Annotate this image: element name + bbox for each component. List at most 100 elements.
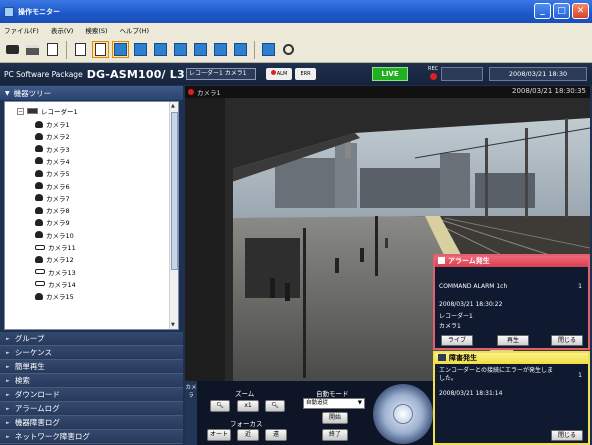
- tree-item-camera[interactable]: カメラ7: [35, 192, 70, 204]
- tree-item-label: カメラ9: [46, 219, 70, 228]
- tree-item-label: カメラ15: [46, 293, 74, 302]
- alarm-indicator-icon: [270, 70, 276, 75]
- tree-item-camera[interactable]: カメラ15: [35, 290, 74, 302]
- tree-item-camera[interactable]: カメラ14: [35, 278, 76, 290]
- layout-9-button[interactable]: [152, 41, 169, 58]
- print-button[interactable]: [24, 41, 41, 58]
- focus-far-button[interactable]: 遠: [265, 429, 287, 441]
- tree-item-camera[interactable]: カメラ9: [35, 216, 70, 228]
- camera-icon: [35, 194, 43, 202]
- snapshot-button[interactable]: [4, 41, 21, 58]
- tree-item-camera[interactable]: カメラ4: [35, 155, 70, 167]
- fault-popup: 障害発生 エンコーダーとの接続にエラーが発生しました。 1 2008/03/21…: [433, 351, 590, 445]
- tree-item-camera[interactable]: カメラ12: [35, 253, 74, 265]
- camera-icon: [35, 145, 43, 153]
- alarm-close-button[interactable]: 閉じる: [551, 335, 583, 346]
- printer-icon: [26, 44, 39, 55]
- fault-close-button[interactable]: 閉じる: [551, 430, 583, 441]
- fault-count: 1: [578, 372, 582, 379]
- nav-item-device-fault-log[interactable]: ► 機器障害ログ: [0, 416, 183, 430]
- focus-near-button[interactable]: 近: [237, 429, 259, 441]
- zoom-in-icon: 🔍︎: [271, 402, 279, 409]
- nav-item-download[interactable]: ► ダウンロード: [0, 388, 183, 402]
- zoom-x1-button[interactable]: x1: [237, 400, 259, 412]
- camera-side-tab[interactable]: カメラ: [185, 381, 197, 445]
- minimize-button[interactable]: _: [534, 3, 551, 19]
- live-indicator: LIVE: [372, 67, 408, 81]
- expand-icon: ►: [6, 377, 10, 384]
- layout-single-button[interactable]: [112, 41, 129, 58]
- video-title-bar: カメラ1 2008/03/21 18:30:35: [185, 86, 590, 98]
- menu-view[interactable]: 表示(V): [51, 25, 74, 35]
- tree-item-label: カメラ14: [48, 280, 76, 289]
- sixteen-screen-icon: [174, 43, 187, 56]
- alarm-live-button[interactable]: ライブ: [441, 335, 473, 346]
- tree-item-camera[interactable]: カメラ2: [35, 130, 70, 142]
- layout-open-button[interactable]: [72, 41, 89, 58]
- alarm-button[interactable]: ALM: [266, 68, 292, 80]
- zoom-button[interactable]: [280, 41, 297, 58]
- nav-item-group[interactable]: ► グループ: [0, 332, 183, 346]
- focus-auto-button[interactable]: オート: [207, 429, 231, 441]
- collapse-icon: ▼: [5, 89, 10, 97]
- tree-item-camera[interactable]: カメラ1: [35, 118, 70, 130]
- nav-item-quick-playback[interactable]: ► 簡単再生: [0, 360, 183, 374]
- tree-item-camera[interactable]: カメラ5: [35, 167, 70, 179]
- tree-item-label: カメラ7: [46, 194, 70, 203]
- expander-icon[interactable]: −: [17, 107, 24, 115]
- layout-a-button[interactable]: [192, 41, 209, 58]
- nav-item-sequence[interactable]: ► シーケンス: [0, 346, 183, 360]
- auto-start-button[interactable]: 開始: [322, 412, 348, 424]
- export-button[interactable]: [44, 41, 61, 58]
- package-label: PC Software Package: [4, 70, 83, 79]
- layout-c-button[interactable]: [232, 41, 249, 58]
- tree-item-camera[interactable]: カメラ6: [35, 180, 70, 192]
- auto-stop-button[interactable]: 終了: [322, 429, 348, 441]
- alarm-play-button[interactable]: 再生: [497, 335, 529, 346]
- maximize-button[interactable]: □: [553, 3, 570, 19]
- ptz-control-pad[interactable]: [373, 384, 433, 444]
- nav-item-label: ダウンロード: [14, 390, 60, 399]
- nav-item-search[interactable]: ► 検索: [0, 374, 183, 388]
- camera-icon: [35, 255, 43, 263]
- tree-item-label: カメラ3: [46, 145, 70, 154]
- app-icon: [4, 6, 14, 17]
- layout-b-button[interactable]: [212, 41, 229, 58]
- menu-search[interactable]: 検索(S): [85, 25, 107, 35]
- tree-item-camera[interactable]: カメラ11: [35, 241, 76, 253]
- ptz-home-button[interactable]: [393, 404, 413, 424]
- menu-file[interactable]: ファイル(F): [4, 25, 39, 35]
- scroll-up-icon[interactable]: ▲: [171, 103, 175, 109]
- tree-item-recorder[interactable]: − レコーダー1: [17, 105, 78, 117]
- scroll-down-icon[interactable]: ▼: [171, 322, 175, 328]
- nav-item-label: シーケンス: [14, 348, 52, 357]
- fullscreen-button[interactable]: [260, 41, 277, 58]
- tree-item-camera[interactable]: カメラ3: [35, 143, 70, 155]
- layout-4-button[interactable]: [132, 41, 149, 58]
- tree-item-camera[interactable]: カメラ10: [35, 229, 74, 241]
- zoom-in-button[interactable]: 🔍︎: [265, 400, 285, 412]
- rec-label: REC: [428, 66, 439, 72]
- zoom-label: ズーム: [235, 390, 255, 398]
- focus-label: フォーカス: [230, 420, 263, 428]
- device-tree-header[interactable]: ▼ 機器ツリー: [0, 86, 183, 100]
- tree-item-camera[interactable]: カメラ8: [35, 204, 70, 216]
- nav-item-label: 簡単再生: [14, 362, 45, 371]
- close-button[interactable]: ✕: [572, 3, 589, 19]
- tree-item-camera[interactable]: カメラ13: [35, 266, 76, 278]
- camera-icon: [35, 292, 43, 300]
- auto-mode-select[interactable]: 自動追従 ▼: [303, 398, 365, 409]
- nav-item-network-fault-log[interactable]: ► ネットワーク障害ログ: [0, 430, 183, 444]
- menu-help[interactable]: ヘルプ(H): [120, 25, 149, 35]
- error-button[interactable]: ERR: [295, 68, 316, 80]
- nav-item-alarm-log[interactable]: ► アラームログ: [0, 402, 183, 416]
- expand-icon: ►: [6, 419, 10, 426]
- layout-16-button[interactable]: [172, 41, 189, 58]
- layout-split-button[interactable]: [92, 41, 109, 58]
- scroll-thumb[interactable]: [171, 112, 178, 270]
- camera-icon: [6, 45, 19, 54]
- tree-item-label: レコーダー1: [41, 108, 78, 116]
- nav-item-label: アラームログ: [14, 404, 60, 413]
- zoom-out-button[interactable]: 🔍︎: [210, 400, 230, 412]
- tree-scrollbar[interactable]: ▲ ▼: [169, 102, 178, 329]
